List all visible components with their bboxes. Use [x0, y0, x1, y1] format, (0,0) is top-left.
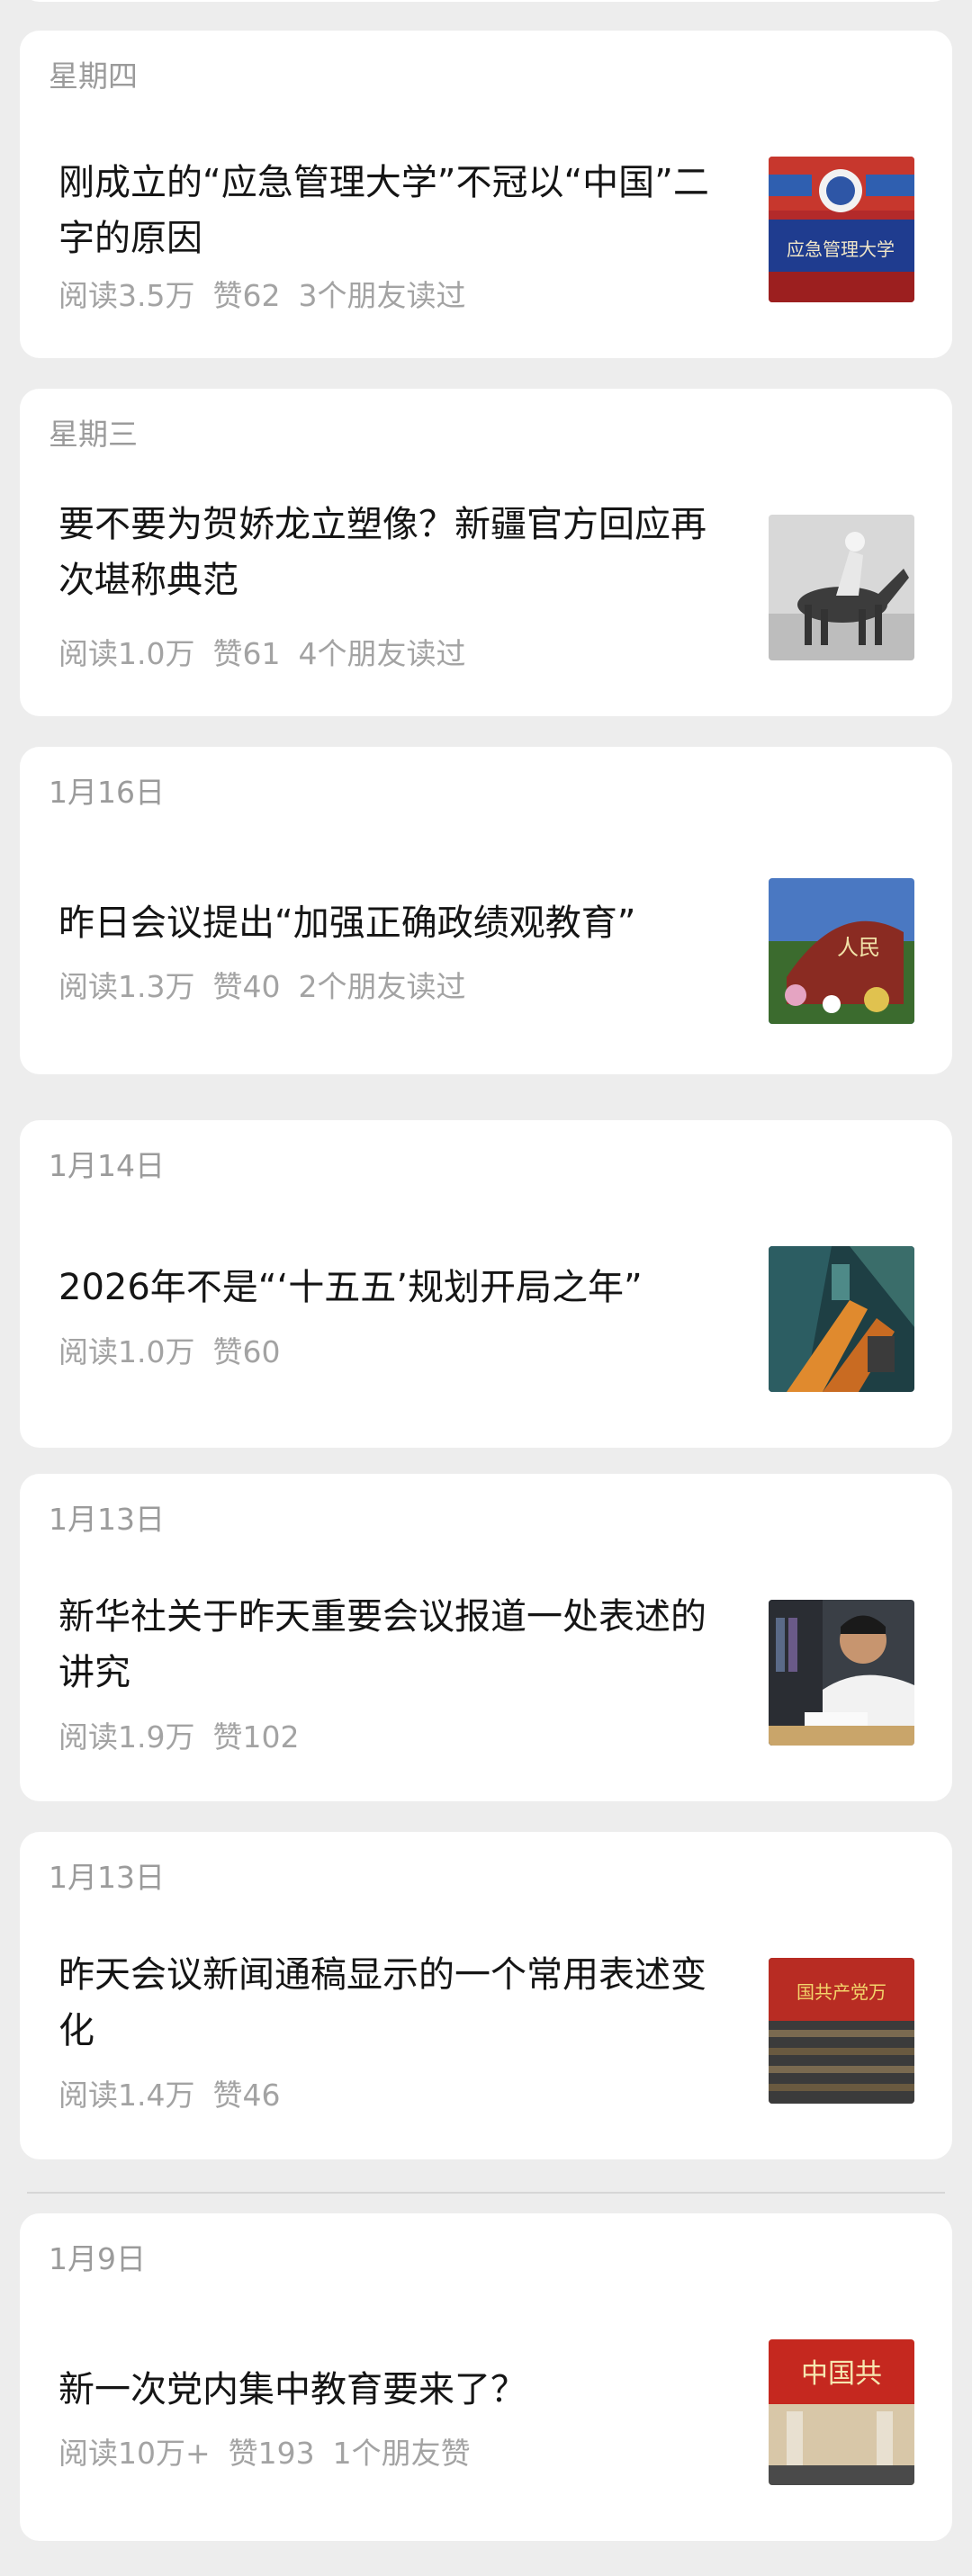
like-count: 赞60	[212, 1334, 281, 1369]
article-card[interactable]: 星期三 要不要为贺娇龙立塑像？新疆官方回应再次堪称典范 阅读1.0万 赞61 4个朋…	[20, 389, 952, 716]
article-date: 1月13日	[49, 1502, 165, 1537]
flower-display-image: 人民	[769, 878, 914, 1024]
svg-text:应急管理大学: 应急管理大学	[787, 238, 895, 260]
friends-read: 3个朋友读过	[298, 278, 466, 313]
article-card[interactable]: 1月16日 昨日会议提出“加强正确政绩观教育” 阅读1.3万 赞40 2个朋友读过 …	[20, 747, 952, 1074]
article-date: 1月13日	[49, 1860, 165, 1895]
friends-read: 2个朋友读过	[298, 969, 466, 1004]
article-title[interactable]: 2026年不是“‘十五五’规划开局之年”	[58, 1260, 724, 1315]
article-meta: 阅读3.5万 赞62 3个朋友读过	[58, 272, 483, 315]
article-date: 星期四	[49, 58, 138, 94]
article-thumbnail[interactable]: 中国共	[769, 2339, 914, 2485]
university-gate-image: 应急管理大学	[769, 157, 914, 302]
man-writing-image	[769, 1600, 914, 1746]
like-count: 赞40	[212, 969, 281, 1004]
previous-card-edge	[20, 0, 952, 2]
like-count: 赞102	[212, 1719, 300, 1755]
read-count: 阅读1.0万	[58, 636, 195, 671]
article-date: 1月16日	[49, 775, 165, 810]
friends-read: 4个朋友读过	[298, 636, 466, 671]
read-count: 阅读1.4万	[58, 2078, 195, 2113]
article-card[interactable]: 1月14日 2026年不是“‘十五五’规划开局之年” 阅读1.0万 赞60	[20, 1120, 952, 1448]
article-meta: 阅读1.3万 赞40 2个朋友读过	[58, 963, 483, 1006]
meeting-hall-image: 国共产党万	[769, 1958, 914, 2104]
article-card[interactable]: 1月13日 新华社关于昨天重要会议报道一处表述的讲究 阅读1.9万 赞102	[20, 1474, 952, 1801]
like-count: 赞62	[212, 278, 281, 313]
article-meta: 阅读1.4万 赞46	[58, 2071, 298, 2114]
article-title[interactable]: 刚成立的“应急管理大学”不冠以“中国”二字的原因	[58, 155, 724, 266]
banner-hall-image: 中国共	[769, 2339, 914, 2485]
svg-text:中国共: 中国共	[801, 2358, 882, 2390]
like-count: 赞46	[212, 2078, 281, 2113]
article-title[interactable]: 昨天会议新闻通稿显示的一个常用表述变化	[58, 1947, 724, 2059]
article-thumbnail[interactable]	[769, 1246, 914, 1392]
article-card[interactable]: 星期四 刚成立的“应急管理大学”不冠以“中国”二字的原因 阅读3.5万 赞62 3个…	[20, 31, 952, 358]
svg-text:国共产党万: 国共产党万	[796, 1981, 886, 2003]
article-thumbnail[interactable]: 国共产党万	[769, 1958, 914, 2104]
read-count: 阅读1.9万	[58, 1719, 195, 1755]
like-count: 赞193	[228, 2436, 315, 2471]
article-meta: 阅读10万+ 赞193 1个朋友赞	[58, 2429, 489, 2473]
article-title[interactable]: 新一次党内集中教育要来了？	[58, 2362, 724, 2418]
article-title[interactable]: 要不要为贺娇龙立塑像？新疆官方回应再次堪称典范	[58, 497, 724, 608]
read-count: 阅读1.0万	[58, 1334, 195, 1369]
city-aerial-image	[769, 1246, 914, 1392]
article-meta: 阅读1.0万 赞61 4个朋友读过	[58, 630, 483, 673]
read-count: 阅读3.5万	[58, 278, 195, 313]
horse-rider-image	[769, 515, 914, 660]
article-date: 1月14日	[49, 1148, 165, 1183]
article-thumbnail[interactable]: 应急管理大学	[769, 157, 914, 302]
article-card[interactable]: 1月13日 昨天会议新闻通稿显示的一个常用表述变化 阅读1.4万 赞46 国共产党…	[20, 1832, 952, 2159]
article-meta: 阅读1.9万 赞102	[58, 1713, 317, 1756]
article-date: 1月9日	[49, 2241, 146, 2276]
article-thumbnail[interactable]: 人民	[769, 878, 914, 1024]
section-divider	[27, 2192, 945, 2194]
article-card[interactable]: 1月9日 新一次党内集中教育要来了？ 阅读10万+ 赞193 1个朋友赞 中国共	[20, 2213, 952, 2541]
read-count: 阅读10万+	[58, 2436, 211, 2471]
like-count: 赞61	[212, 636, 281, 671]
article-thumbnail[interactable]	[769, 515, 914, 660]
friends-liked: 1个朋友赞	[332, 2436, 471, 2471]
read-count: 阅读1.3万	[58, 969, 195, 1004]
article-meta: 阅读1.0万 赞60	[58, 1328, 298, 1371]
article-title[interactable]: 昨日会议提出“加强正确政绩观教育”	[58, 895, 724, 951]
article-thumbnail[interactable]	[769, 1600, 914, 1746]
svg-text:人民: 人民	[837, 935, 880, 960]
article-date: 星期三	[49, 417, 138, 452]
article-title[interactable]: 新华社关于昨天重要会议报道一处表述的讲究	[58, 1589, 724, 1701]
